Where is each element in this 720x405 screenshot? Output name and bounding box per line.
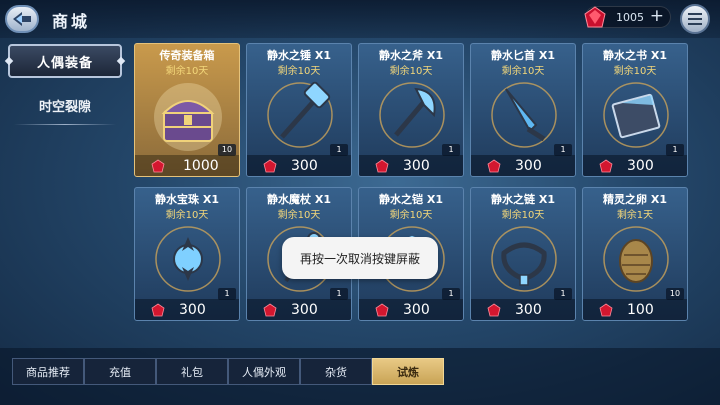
tab-doll-appearance[interactable]: 人偶外观 xyxy=(228,358,300,385)
ruby-gem-icon xyxy=(263,159,277,173)
price-bar: 300 xyxy=(359,155,463,176)
price-bar: 300 xyxy=(471,299,575,320)
item-price: 300 xyxy=(515,302,542,318)
menu-button[interactable] xyxy=(680,4,710,34)
price-bar: 300 xyxy=(247,299,351,320)
sidebar-item-time-rift[interactable]: 时空裂隙 xyxy=(8,92,122,118)
sidebar-divider xyxy=(14,124,116,125)
item-name: 静水之链 X1 xyxy=(491,193,555,206)
shop-item-card[interactable]: 静水之锤 X1 剩余10天 1 300 xyxy=(246,43,352,177)
item-price: 300 xyxy=(291,302,318,318)
item-price: 300 xyxy=(627,158,654,174)
toast-message: 再按一次取消按键屏蔽 xyxy=(282,237,438,279)
item-price: 300 xyxy=(403,302,430,318)
item-name: 静水匕首 X1 xyxy=(491,49,555,62)
item-name: 精灵之卵 X1 xyxy=(603,193,667,206)
treasure-chest-icon xyxy=(154,83,222,151)
chain-icon xyxy=(491,226,557,292)
price-bar: 300 xyxy=(247,155,351,176)
ruby-gem-icon xyxy=(584,6,606,28)
ruby-gem-icon xyxy=(487,159,501,173)
item-price: 300 xyxy=(515,158,542,174)
tab-recharge[interactable]: 充值 xyxy=(84,358,156,385)
ruby-gem-icon xyxy=(599,303,613,317)
item-price: 300 xyxy=(179,302,206,318)
shop-item-card[interactable]: 静水之链 X1 剩余10天 1 300 xyxy=(470,187,576,321)
price-bar: 300 xyxy=(135,299,239,320)
price-bar: 300 xyxy=(583,155,687,176)
item-price: 1000 xyxy=(183,158,219,174)
egg-icon xyxy=(603,226,669,292)
item-name: 传奇装备箱 xyxy=(159,49,215,62)
ruby-gem-icon xyxy=(151,303,165,317)
hammer-icon xyxy=(267,81,333,148)
shop-item-card[interactable]: 传奇装备箱 剩余10天 10 1000 xyxy=(134,43,240,177)
item-name: 静水之书 X1 xyxy=(603,49,667,62)
ruby-gem-icon xyxy=(487,303,501,317)
ruby-gem-icon xyxy=(375,159,389,173)
orb-icon xyxy=(155,226,221,292)
ruby-gem-icon xyxy=(375,303,389,317)
tab-recommended[interactable]: 商品推荐 xyxy=(12,358,84,385)
shop-item-card[interactable]: 静水之书 X1 剩余10天 1 300 xyxy=(582,43,688,177)
tab-gift-pack[interactable]: 礼包 xyxy=(156,358,228,385)
menu-icon-line xyxy=(688,13,702,15)
item-price: 300 xyxy=(403,158,430,174)
item-name: 静水之锤 X1 xyxy=(267,49,331,62)
top-bar: 商城 1005 + xyxy=(0,0,720,38)
menu-icon-line xyxy=(688,23,702,25)
item-name: 静水魔杖 X1 xyxy=(267,193,331,206)
currency-amount: 1005 xyxy=(616,11,644,24)
ruby-gem-icon xyxy=(599,159,613,173)
price-bar: 300 xyxy=(471,155,575,176)
price-bar: 100 xyxy=(583,299,687,320)
item-name: 静水宝珠 X1 xyxy=(155,193,219,206)
shop-item-card[interactable]: 静水宝珠 X1 剩余10天 1 300 xyxy=(134,187,240,321)
shop-item-card[interactable]: 精灵之卵 X1 剩余1天 10 100 xyxy=(582,187,688,321)
price-bar: 300 xyxy=(359,299,463,320)
tab-misc[interactable]: 杂货 xyxy=(300,358,372,385)
add-currency-button[interactable]: + xyxy=(650,6,664,26)
page-title: 商城 xyxy=(52,12,91,31)
ruby-gem-icon xyxy=(151,159,165,173)
menu-icon-line xyxy=(688,18,702,20)
axe-icon xyxy=(379,82,445,148)
item-price: 100 xyxy=(627,302,654,318)
item-name: 静水之铠 X1 xyxy=(379,193,443,206)
tab-trial[interactable]: 试炼 xyxy=(372,358,444,385)
shop-item-card[interactable]: 静水之斧 X1 剩余10天 1 300 xyxy=(358,43,464,177)
item-price: 300 xyxy=(291,158,318,174)
sidebar-item-doll-equipment[interactable]: 人偶装备 xyxy=(8,44,122,78)
shop-item-card[interactable]: 静水匕首 X1 剩余10天 1 300 xyxy=(470,43,576,177)
currency-display: 1005 + xyxy=(584,6,671,28)
price-bar: 1000 xyxy=(135,155,239,176)
item-name: 静水之斧 X1 xyxy=(379,49,443,62)
ruby-gem-icon xyxy=(263,303,277,317)
back-arrow-icon xyxy=(13,12,31,26)
dagger-icon xyxy=(491,82,557,148)
back-button[interactable] xyxy=(5,5,39,33)
book-icon xyxy=(603,82,669,148)
